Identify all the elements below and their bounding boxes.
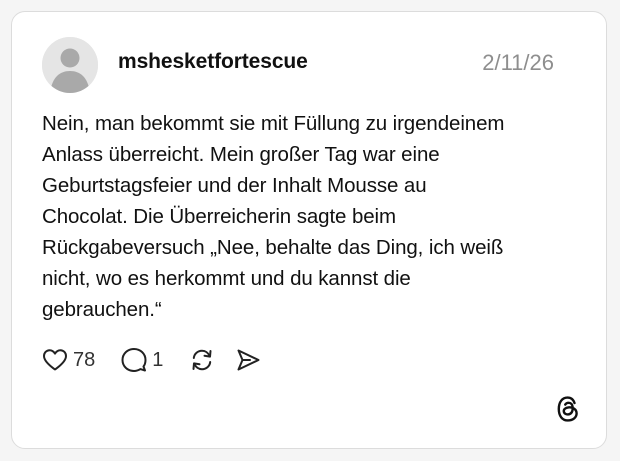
send-icon: [237, 349, 260, 371]
action-bar: 78 1: [42, 345, 261, 375]
like-count: 78: [73, 348, 96, 371]
post-card: mshesketfortescue 2/11/26 Nein, man beko…: [11, 11, 607, 449]
username[interactable]: mshesketfortescue: [118, 50, 308, 74]
repost-icon: [192, 349, 212, 371]
avatar[interactable]: [42, 37, 98, 93]
post-text: Nein, man bekommt sie mit Füllung zu irg…: [42, 112, 505, 321]
share-button[interactable]: [235, 347, 261, 373]
comment-bubble-icon: [121, 348, 147, 372]
heart-icon: [43, 349, 67, 371]
threads-logo-icon: [555, 394, 581, 424]
repost-button[interactable]: [189, 347, 215, 373]
default-avatar-icon: [42, 37, 98, 93]
post-date: 2/11/26: [482, 50, 554, 75]
reply-count: 1: [152, 348, 164, 371]
like-button[interactable]: 78: [42, 348, 95, 372]
reply-button[interactable]: 1: [121, 347, 163, 373]
